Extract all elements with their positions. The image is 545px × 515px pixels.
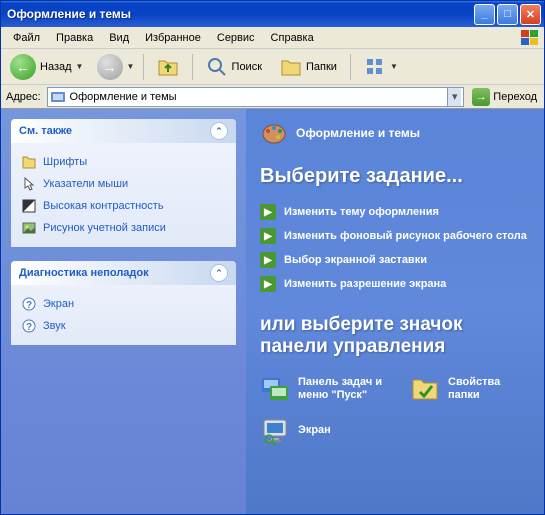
menubar: Файл Правка Вид Избранное Сервис Справка xyxy=(1,27,544,49)
sidebar-item-label: Высокая контрастность xyxy=(43,200,164,212)
palette-icon xyxy=(260,119,288,147)
menu-tools[interactable]: Сервис xyxy=(209,29,263,47)
cp-label: Панель задач и меню "Пуск" xyxy=(298,376,390,402)
help-icon: ? xyxy=(21,318,37,334)
svg-text:?: ? xyxy=(26,300,32,311)
chevron-up-icon: ⌃ xyxy=(210,122,228,140)
search-icon xyxy=(206,56,228,78)
panel-see-also: См. также ⌃ Шрифты Указатели мыши Высока… xyxy=(11,119,236,247)
separator xyxy=(143,54,144,80)
views-icon xyxy=(364,56,386,78)
display-icon xyxy=(260,416,290,446)
menu-file[interactable]: Файл xyxy=(5,29,48,47)
contrast-icon xyxy=(21,198,37,214)
task-label: Изменить разрешение экрана xyxy=(284,278,446,290)
folders-icon xyxy=(280,56,302,78)
folders-label: Папки xyxy=(306,61,337,73)
sidebar-item-display[interactable]: ? Экран xyxy=(21,293,226,315)
address-bar: Адрес: ▾ → Переход xyxy=(1,85,544,109)
sidebar: См. также ⌃ Шрифты Указатели мыши Высока… xyxy=(1,109,246,514)
back-icon: ← xyxy=(10,54,36,80)
panel-troubleshoot-title: Диагностика неполадок xyxy=(19,267,210,279)
task-resolution[interactable]: ▶ Изменить разрешение экрана xyxy=(260,276,530,292)
minimize-button[interactable]: _ xyxy=(474,4,495,25)
address-dropdown[interactable]: ▾ xyxy=(447,88,461,106)
menu-help[interactable]: Справка xyxy=(263,29,322,47)
panel-see-also-title: См. также xyxy=(19,125,210,137)
svg-text:?: ? xyxy=(26,322,32,333)
task-change-theme[interactable]: ▶ Изменить тему оформления xyxy=(260,204,530,220)
appearance-icon xyxy=(50,89,66,105)
folders-button[interactable]: Папки xyxy=(273,52,344,82)
sidebar-item-label: Шрифты xyxy=(43,156,87,168)
menu-view[interactable]: Вид xyxy=(101,29,137,47)
cp-taskbar[interactable]: Панель задач и меню "Пуск" xyxy=(260,374,390,404)
separator xyxy=(350,54,351,80)
cp-display[interactable]: Экран xyxy=(260,416,331,446)
forward-dropdown[interactable]: ▼ xyxy=(127,62,137,71)
task-label: Изменить тему оформления xyxy=(284,206,439,218)
pick-task-heading: Выберите задание... xyxy=(260,165,530,188)
sidebar-item-label: Экран xyxy=(43,298,74,310)
category-header: Оформление и темы xyxy=(260,119,530,147)
folder-up-icon xyxy=(157,56,179,78)
cp-label: Свойства папки xyxy=(448,376,530,402)
arrow-icon: ▶ xyxy=(260,228,276,244)
address-box[interactable]: ▾ xyxy=(47,87,465,107)
search-label: Поиск xyxy=(232,61,262,73)
task-label: Изменить фоновый рисунок рабочего стола xyxy=(284,230,527,242)
cp-folder-options[interactable]: Свойства папки xyxy=(410,374,530,404)
fonts-icon xyxy=(21,154,37,170)
go-icon: → xyxy=(472,88,490,106)
go-label: Переход xyxy=(493,91,537,103)
views-dropdown[interactable]: ▼ xyxy=(390,62,400,71)
sidebar-item-label: Звук xyxy=(43,320,66,332)
windows-flag-icon xyxy=(520,29,540,47)
maximize-button[interactable]: □ xyxy=(497,4,518,25)
picture-icon xyxy=(21,220,37,236)
toolbar: ← Назад ▼ → ▼ Поиск Папки ▼ xyxy=(1,49,544,85)
forward-button[interactable]: → xyxy=(97,54,123,80)
arrow-icon: ▶ xyxy=(260,204,276,220)
separator xyxy=(192,54,193,80)
window-title: Оформление и темы xyxy=(7,7,472,21)
close-button[interactable]: ✕ xyxy=(520,4,541,25)
task-label: Выбор экранной заставки xyxy=(284,254,427,266)
cp-label: Экран xyxy=(298,424,331,437)
category-title: Оформление и темы xyxy=(296,126,420,140)
panel-troubleshoot: Диагностика неполадок ⌃ ? Экран ? Звук xyxy=(11,261,236,345)
panel-troubleshoot-header[interactable]: Диагностика неполадок ⌃ xyxy=(11,261,236,285)
address-label: Адрес: xyxy=(4,91,43,103)
arrow-icon: ▶ xyxy=(260,252,276,268)
sidebar-item-label: Указатели мыши xyxy=(43,178,128,190)
address-input[interactable] xyxy=(70,91,444,103)
sidebar-item-account-picture[interactable]: Рисунок учетной записи xyxy=(21,217,226,239)
or-pick-cp-heading: или выберите значок панели управления xyxy=(260,314,530,358)
folder-options-icon xyxy=(410,374,440,404)
sidebar-item-label: Рисунок учетной записи xyxy=(43,222,166,234)
help-icon: ? xyxy=(21,296,37,312)
go-button[interactable]: → Переход xyxy=(468,86,541,108)
panel-see-also-header[interactable]: См. также ⌃ xyxy=(11,119,236,143)
back-label: Назад xyxy=(40,61,72,73)
menu-favorites[interactable]: Избранное xyxy=(137,29,209,47)
chevron-up-icon: ⌃ xyxy=(210,264,228,282)
back-dropdown[interactable]: ▼ xyxy=(76,62,86,71)
sidebar-item-pointers[interactable]: Указатели мыши xyxy=(21,173,226,195)
mouse-pointer-icon xyxy=(21,176,37,192)
views-button[interactable]: ▼ xyxy=(357,52,407,82)
sidebar-item-sound[interactable]: ? Звук xyxy=(21,315,226,337)
sidebar-item-high-contrast[interactable]: Высокая контрастность xyxy=(21,195,226,217)
sidebar-item-fonts[interactable]: Шрифты xyxy=(21,151,226,173)
menu-edit[interactable]: Правка xyxy=(48,29,101,47)
arrow-icon: ▶ xyxy=(260,276,276,292)
task-screensaver[interactable]: ▶ Выбор экранной заставки xyxy=(260,252,530,268)
taskbar-icon xyxy=(260,374,290,404)
titlebar: Оформление и темы _ □ ✕ xyxy=(1,1,544,27)
up-button[interactable] xyxy=(150,52,186,82)
task-change-wallpaper[interactable]: ▶ Изменить фоновый рисунок рабочего стол… xyxy=(260,228,530,244)
back-button[interactable]: ← Назад ▼ xyxy=(7,51,93,83)
search-button[interactable]: Поиск xyxy=(199,52,269,82)
main-pane: Оформление и темы Выберите задание... ▶ … xyxy=(246,109,544,514)
